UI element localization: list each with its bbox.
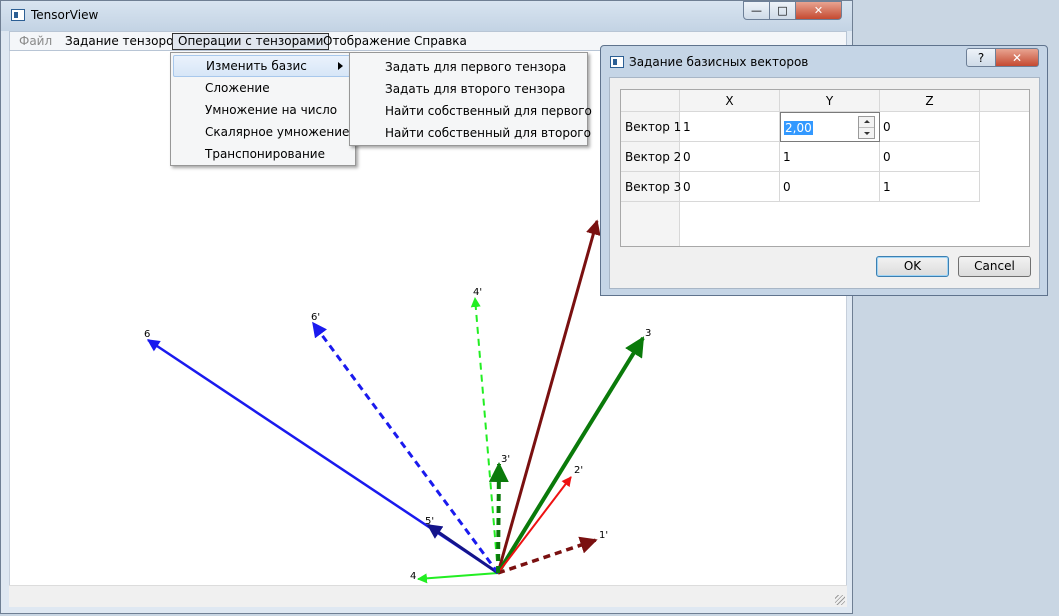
vector-3 [496,336,645,575]
menu-find-eigen-second[interactable]: Найти собственный для второго [352,122,591,144]
dialog-icon [610,56,624,68]
column-header-z[interactable]: Z [880,90,980,112]
menu-dot-product[interactable]: Скалярное умножение [173,121,353,143]
change-basis-submenu: Задать для первого тензора Задать для вт… [349,52,592,146]
vector-label: 1' [599,530,608,541]
menu-file[interactable]: Файл [14,33,57,50]
spin-up-icon[interactable] [864,120,870,123]
spin-buttons[interactable] [858,116,875,139]
table-corner [621,90,680,112]
vector-label: 2' [574,465,583,476]
vector-3-prime [488,462,509,574]
window-title: TensorView [31,8,99,22]
table-cell[interactable]: 0 [680,142,780,172]
menu-display[interactable]: Отображение [318,33,415,50]
submenu-arrow-icon [338,62,343,70]
help-button[interactable]: ? [966,48,996,67]
resize-grip-icon[interactable] [835,595,845,605]
table-cell[interactable]: 1 [880,172,980,202]
table-cell-editor[interactable]: 2,00 [780,112,880,142]
table-cell[interactable]: 0 [780,172,880,202]
table-cell[interactable]: 0 [680,172,780,202]
dialog-close-button[interactable]: ✕ [995,48,1039,67]
row-header-vector-1[interactable]: Вектор 1 [621,112,681,142]
vector-1-prime [497,536,598,575]
cell-editor-value[interactable]: 2,00 [784,121,813,135]
row-header-filler [621,202,680,246]
vector-label: 5' [425,516,434,527]
menu-change-basis[interactable]: Изменить базис [173,55,353,77]
close-button[interactable]: ✕ [795,1,842,20]
vector-5-prime [426,523,499,575]
table-cell[interactable]: 0 [880,112,980,142]
vector-label: 6' [311,312,320,323]
app-icon [11,9,25,21]
operations-menu: Изменить базис Сложение Умножение на чис… [170,52,356,166]
maximize-button[interactable]: □ [769,1,796,20]
basis-table: X Y Z Вектор 1 Вектор 2 Вектор 3 1 2,00 … [620,89,1030,247]
table-cell[interactable]: 1 [680,112,780,142]
vector-4-prime [470,297,499,574]
vector-1 [496,219,601,574]
menu-transpose[interactable]: Транспонирование [173,143,353,165]
basis-vectors-dialog: Задание базисных векторов ? ✕ X Y Z Вект… [600,45,1048,296]
vector-label: 4 [410,571,416,582]
vector-label: 4' [473,287,482,298]
cancel-button[interactable]: Cancel [958,256,1031,277]
vector-6-prime [311,321,500,574]
menu-change-basis-label: Изменить базис [206,59,307,73]
vector-label: 3' [501,454,510,465]
row-header-vector-3[interactable]: Вектор 3 [621,172,681,202]
menu-addition[interactable]: Сложение [173,77,353,99]
vector-4 [417,572,499,584]
menu-scalar-multiply[interactable]: Умножение на число [173,99,353,121]
table-cell[interactable]: 0 [880,142,980,172]
table-cell[interactable]: 1 [780,142,880,172]
title-bar[interactable]: TensorView — □ ✕ [1,1,852,31]
row-header-vector-2[interactable]: Вектор 2 [621,142,681,172]
ok-button[interactable]: OK [876,256,949,277]
column-header-y[interactable]: Y [780,90,880,112]
status-bar [9,585,847,607]
menu-tensor-operations[interactable]: Операции с тензорами [172,33,330,50]
spin-divider [859,127,874,128]
column-header-filler [980,90,1029,112]
minimize-button[interactable]: — [743,1,770,20]
menu-set-second-tensor[interactable]: Задать для второго тензора [352,78,585,100]
menu-tensor-setup[interactable]: Задание тензоров [60,33,186,50]
vector-label: 3 [645,328,651,339]
menu-help[interactable]: Справка [409,33,472,50]
dialog-title: Задание базисных векторов [629,55,809,69]
menu-find-eigen-first[interactable]: Найти собственный для первого [352,100,592,122]
vector-label: 6 [144,329,150,340]
spin-down-icon[interactable] [864,132,870,135]
dialog-body: X Y Z Вектор 1 Вектор 2 Вектор 3 1 2,00 … [609,77,1040,289]
vector-2-prime [497,476,572,574]
column-header-x[interactable]: X [680,90,780,112]
menu-set-first-tensor[interactable]: Задать для первого тензора [352,56,585,78]
